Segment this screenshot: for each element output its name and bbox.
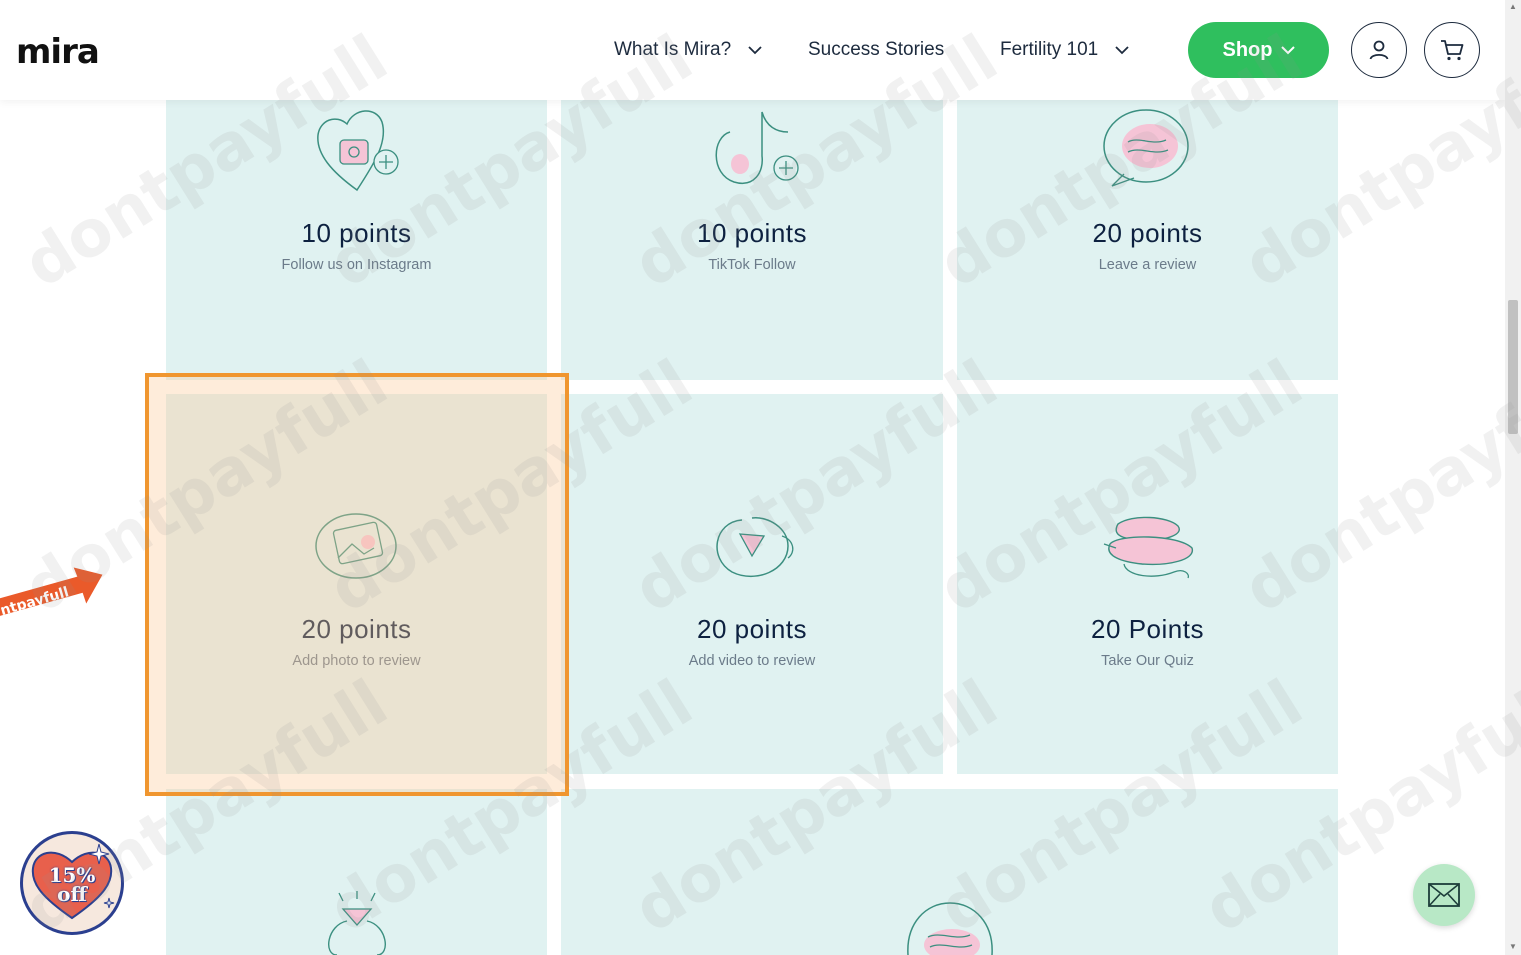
mail-icon xyxy=(1428,883,1460,907)
tile-points: 20 Points xyxy=(1091,614,1204,644)
selection-highlight xyxy=(145,373,569,796)
nav-success-stories[interactable]: Success Stories xyxy=(808,38,944,62)
tile-points: 10 points xyxy=(696,218,808,248)
scroll-thumb[interactable] xyxy=(1508,300,1518,434)
page-scrollbar[interactable]: ▲ ▼ xyxy=(1505,0,1521,955)
scroll-down-arrow[interactable]: ▼ xyxy=(1509,942,1517,951)
nav-what-is-mira[interactable]: What Is Mira? xyxy=(614,38,763,62)
mira-logo[interactable]: mira xyxy=(16,32,100,72)
chevron-down-icon xyxy=(1280,46,1295,55)
tiktok-icon xyxy=(715,111,799,185)
tile-description: Follow us on Instagram xyxy=(281,257,432,273)
scroll-up-arrow[interactable]: ▲ xyxy=(1509,2,1517,11)
account-icon xyxy=(1369,40,1389,60)
tile-description: TikTok Follow xyxy=(708,257,796,273)
chevron-down-icon xyxy=(1115,46,1130,55)
discount-badge[interactable]: 15% off xyxy=(20,831,124,935)
nav-label: Fertility 101 xyxy=(1000,39,1099,60)
tile-points: 10 points xyxy=(301,218,412,248)
ring-icon xyxy=(327,891,386,955)
reward-tile-ring[interactable] xyxy=(166,789,547,955)
tile-points: 20 points xyxy=(1092,218,1203,248)
promo-arrow-icon[interactable]: ntpayfull xyxy=(0,566,110,630)
chevron-down-icon xyxy=(748,46,763,55)
tile-description: Leave a review xyxy=(1098,257,1197,273)
reward-tile-wide[interactable] xyxy=(561,789,1338,955)
site-header: mira What Is Mira? Success Stories Ferti… xyxy=(0,0,1505,100)
nav-fertility-101[interactable]: Fertility 101 xyxy=(1000,38,1130,62)
instagram-heart-icon xyxy=(316,110,399,192)
cart-icon xyxy=(1441,40,1464,61)
review-bubble-icon xyxy=(1102,109,1189,187)
cart-button[interactable] xyxy=(1424,22,1480,78)
tile-description: Take Our Quiz xyxy=(1101,653,1194,669)
tile-points: 20 points xyxy=(696,614,808,644)
reward-tile-instagram[interactable]: 10 points Follow us on Instagram xyxy=(166,90,547,380)
reward-tile-tiktok[interactable]: 10 points TikTok Follow xyxy=(561,90,943,380)
shop-button[interactable]: Shop xyxy=(1188,22,1329,78)
account-button[interactable] xyxy=(1351,22,1407,78)
nav-label: What Is Mira? xyxy=(614,39,732,60)
badge-off: off xyxy=(57,882,87,906)
nav-label: Success Stories xyxy=(808,39,945,60)
shop-label: Shop xyxy=(1222,38,1273,61)
video-play-icon xyxy=(716,517,794,577)
quiz-bubbles-icon xyxy=(1103,516,1193,579)
tile-description: Add video to review xyxy=(688,653,816,669)
contact-button[interactable] xyxy=(1413,864,1475,926)
review-bubble-icon xyxy=(906,902,993,955)
badge-text: 15% off xyxy=(23,865,121,906)
reward-tile-review[interactable]: 20 points Leave a review xyxy=(957,90,1338,380)
reward-tile-quiz[interactable]: 20 Points Take Our Quiz xyxy=(957,394,1338,774)
reward-tile-video[interactable]: 20 points Add video to review xyxy=(561,394,943,774)
